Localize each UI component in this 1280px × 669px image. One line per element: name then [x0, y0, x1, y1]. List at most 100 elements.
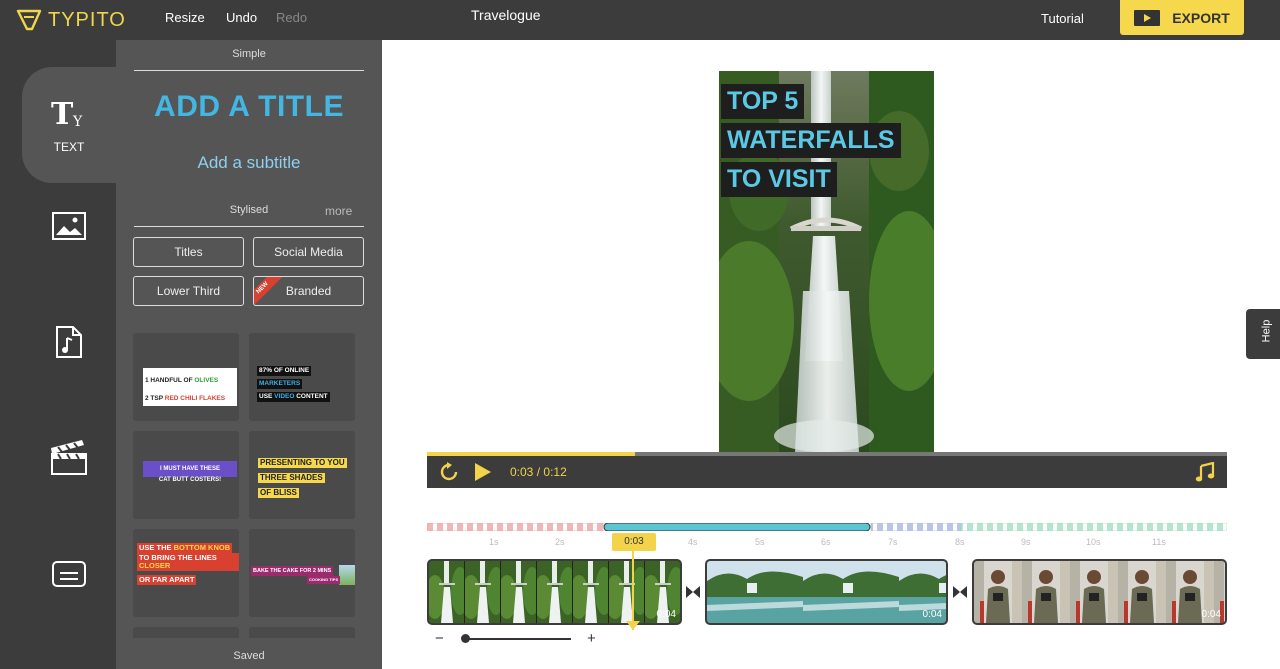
logo-text: TYPITO: [48, 8, 126, 31]
playhead-marker[interactable]: [626, 621, 640, 631]
transition-icon[interactable]: [685, 584, 701, 600]
tick-label: 7s: [888, 537, 898, 547]
tick-label: 5s: [755, 537, 765, 547]
clapperboard-icon: [51, 440, 87, 475]
zoom-in-button[interactable]: +: [587, 630, 596, 647]
help-label: Help: [1260, 319, 1273, 343]
logo-mark-icon: [16, 9, 42, 31]
tick-label: 8s: [955, 537, 965, 547]
category-branded[interactable]: NEW Branded: [253, 276, 364, 306]
video-title-line[interactable]: TO VISIT: [721, 162, 837, 197]
tick-label: 6s: [821, 537, 831, 547]
playhead-time-badge[interactable]: 0:03: [612, 533, 656, 551]
play-icon[interactable]: [473, 462, 493, 482]
template-line: OR FAR APART: [137, 575, 197, 585]
template-preview: 1 HANDFUL OF OLIVES 2 TSP RED CHILI FLAK…: [143, 368, 237, 406]
tick-label: 1s: [489, 537, 499, 547]
rail-label-text: TEXT: [53, 140, 85, 154]
section-simple: Simple: [232, 48, 266, 60]
category-titles[interactable]: Titles: [133, 237, 244, 267]
tick-label: 11s: [1152, 537, 1166, 547]
zoom-control: − +: [433, 630, 603, 647]
rail-item-captions[interactable]: [22, 516, 116, 632]
category-lower-third[interactable]: Lower Third: [133, 276, 244, 306]
timeline-ruler[interactable]: [427, 523, 1227, 531]
video-clip[interactable]: 0:04: [705, 559, 948, 625]
playhead-line[interactable]: [632, 551, 634, 630]
tick-label: 2s: [555, 537, 565, 547]
template-line: COOKING TIPS: [307, 576, 341, 584]
zoom-slider-handle[interactable]: [461, 634, 470, 643]
template-line: 87% OF ONLINE: [257, 366, 312, 376]
video-title-line[interactable]: WATERFALLS: [721, 123, 901, 158]
project-title[interactable]: Travelogue: [471, 7, 541, 23]
template-line: TO BRING THE LINES CLOSER: [137, 553, 239, 571]
text-icon: T Y: [51, 97, 83, 130]
caption-icon: [52, 561, 86, 587]
help-tab[interactable]: Help: [1246, 309, 1280, 359]
template-card[interactable]: I MUST HAVE THESE CAT BUTT COSTERS!: [133, 431, 239, 519]
rail-item-images[interactable]: [22, 168, 116, 284]
top-bar: TYPITO Resize Undo Redo Travelogue Tutor…: [0, 0, 1280, 40]
template-preview: 87% OF ONLINE MARKETERS USE VIDEO CONTEN…: [257, 363, 330, 402]
rail-item-text[interactable]: T Y TEXT: [22, 67, 116, 183]
player-controls: 0:03 / 0:12: [427, 456, 1227, 488]
tick-label: 10s: [1086, 537, 1101, 547]
clip-duration: 0:04: [1201, 609, 1221, 620]
category-social-media[interactable]: Social Media: [253, 237, 364, 267]
tick-label: 9s: [1021, 537, 1031, 547]
replay-icon[interactable]: [439, 462, 459, 482]
template-line: USE VIDEO CONTENT: [257, 392, 330, 402]
template-card[interactable]: 1 HANDFUL OF OLIVES 2 TSP RED CHILI FLAK…: [133, 333, 239, 421]
template-line: 2 TSP RED CHILI FLAKES: [145, 395, 226, 402]
divider: [134, 70, 364, 71]
template-preview: BAKE THE CAKE FOR 2 MINS COOKING TIPS: [249, 565, 355, 585]
music-note-icon[interactable]: [1195, 462, 1215, 482]
template-preview: PRESENTING TO YOU THREE SHADES OF BLISS: [258, 453, 347, 498]
svg-text:T: T: [51, 97, 74, 130]
template-card[interactable]: 87% OF ONLINE MARKETERS USE VIDEO CONTEN…: [249, 333, 355, 421]
svg-text:Y: Y: [72, 114, 83, 130]
new-badge: NEW: [254, 277, 284, 305]
section-saved[interactable]: Saved: [134, 650, 364, 662]
template-preview: I MUST HAVE THESE CAT BUTT COSTERS!: [143, 461, 237, 483]
video-title-line[interactable]: TOP 5: [721, 84, 805, 119]
time-readout: 0:03 / 0:12: [510, 465, 567, 479]
template-line: 1 HANDFUL OF OLIVES: [145, 377, 219, 384]
clip-duration: 0:04: [656, 609, 676, 620]
template-line: I MUST HAVE THESE: [160, 466, 220, 472]
clip-duration: 0:04: [922, 609, 942, 620]
undo-button[interactable]: Undo: [226, 10, 257, 25]
category-branded-label: Branded: [285, 284, 332, 298]
transition-icon[interactable]: [952, 584, 968, 600]
redo-button[interactable]: Redo: [276, 10, 307, 25]
rail-item-video[interactable]: [22, 400, 116, 516]
add-subtitle-button[interactable]: Add a subtitle: [134, 153, 364, 173]
video-clip[interactable]: 0:04: [427, 559, 682, 625]
template-preview: USE THE BOTTOM KNOB TO BRING THE LINES C…: [137, 539, 239, 585]
tutorial-link[interactable]: Tutorial: [1041, 11, 1084, 26]
image-icon: [52, 212, 86, 240]
tick-label: 4s: [688, 537, 698, 547]
video-clip[interactable]: 0:04: [972, 559, 1227, 625]
template-line: CAT BUTT COSTERS!: [158, 477, 222, 483]
text-panel: Simple ADD A TITLE Add a subtitle Stylis…: [116, 40, 382, 669]
template-card[interactable]: BAKE THE CAKE FOR 2 MINS COOKING TIPS: [249, 529, 355, 617]
clip-thumbnails: [974, 561, 1225, 623]
resize-button[interactable]: Resize: [165, 10, 205, 25]
more-link[interactable]: more: [325, 204, 352, 218]
clip-thumbnails: [707, 561, 946, 623]
zoom-out-button[interactable]: −: [435, 630, 444, 647]
video-icon: [1134, 9, 1161, 26]
tool-rail: T Y TEXT: [0, 40, 116, 669]
template-line: MARKETERS: [257, 379, 303, 389]
clip-thumbnails: [429, 561, 680, 623]
rail-item-audio[interactable]: [22, 284, 116, 400]
template-card[interactable]: PRESENTING TO YOU THREE SHADES OF BLISS: [249, 431, 355, 519]
template-card[interactable]: USE THE BOTTOM KNOB TO BRING THE LINES C…: [133, 529, 239, 617]
export-button[interactable]: EXPORT: [1120, 0, 1244, 35]
zoom-slider-track[interactable]: [463, 638, 571, 640]
typito-logo[interactable]: TYPITO: [16, 5, 126, 35]
template-line: BAKE THE CAKE FOR 2 MINS: [251, 566, 334, 576]
add-title-button[interactable]: ADD A TITLE: [134, 90, 364, 124]
